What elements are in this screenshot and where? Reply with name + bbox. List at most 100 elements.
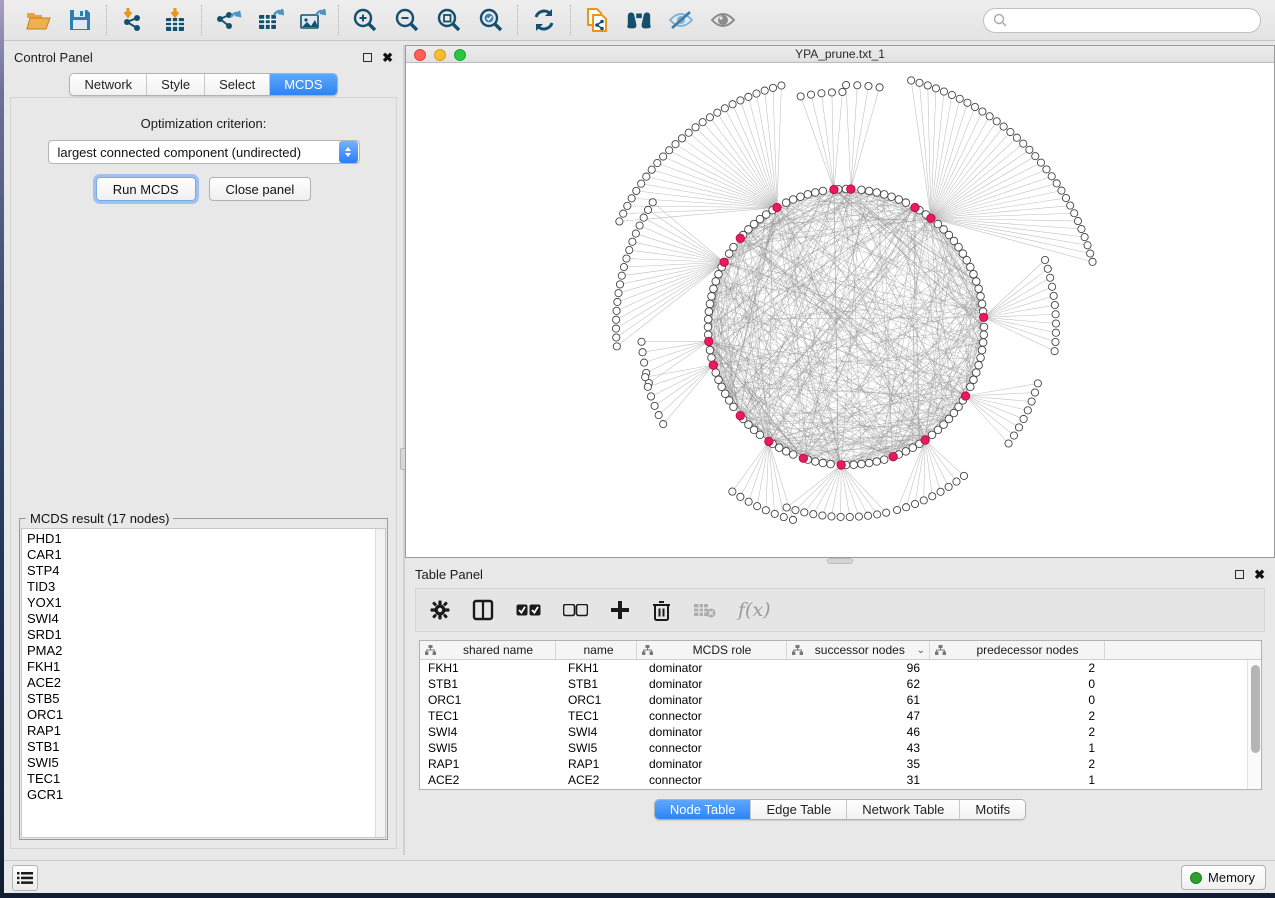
- table-row[interactable]: FKH1FKH1dominator962: [420, 660, 1261, 676]
- import-table-icon[interactable]: [161, 6, 189, 34]
- result-node-item[interactable]: TID3: [22, 579, 375, 595]
- tab-select[interactable]: Select: [205, 74, 270, 95]
- delete-column-icon[interactable]: [652, 600, 671, 621]
- result-node-item[interactable]: PMA2: [22, 643, 375, 659]
- network-view-window: YPA_prune.txt_1: [405, 45, 1275, 558]
- zoom-fit-icon[interactable]: [435, 6, 463, 34]
- tab-edge-table[interactable]: Edge Table: [751, 800, 847, 819]
- run-mcds-button[interactable]: Run MCDS: [96, 177, 196, 201]
- result-node-item[interactable]: STB5: [22, 691, 375, 707]
- table-row[interactable]: YOX1YOX1connector291: [420, 788, 1261, 790]
- open-file-icon[interactable]: [24, 6, 52, 34]
- window-close-icon[interactable]: [414, 49, 426, 61]
- table-cell: 35: [787, 756, 930, 772]
- search-input[interactable]: [1007, 13, 1260, 28]
- search-field[interactable]: [983, 8, 1261, 33]
- task-list-icon: [17, 871, 33, 885]
- table-panel-drag-handle[interactable]: [827, 558, 853, 564]
- table-row[interactable]: SWI5SWI5connector431: [420, 740, 1261, 756]
- table-cell: 2: [930, 756, 1105, 772]
- result-node-item[interactable]: ACE2: [22, 675, 375, 691]
- result-list-scrollbar[interactable]: [375, 529, 385, 837]
- result-node-item[interactable]: GCR1: [22, 787, 375, 803]
- network-graph[interactable]: [406, 63, 1274, 557]
- table-row[interactable]: TEC1TEC1connector472: [420, 708, 1261, 724]
- zoom-out-icon[interactable]: [393, 6, 421, 34]
- column-header-MCDS-role[interactable]: MCDS role: [637, 641, 787, 659]
- sort-chevron-icon[interactable]: ⌄: [917, 645, 925, 656]
- tab-mcds[interactable]: MCDS: [270, 74, 336, 95]
- import-network-icon[interactable]: [119, 6, 147, 34]
- tab-network-table[interactable]: Network Table: [847, 800, 960, 819]
- result-node-item[interactable]: FKH1: [22, 659, 375, 675]
- hide-selected-icon[interactable]: [667, 6, 695, 34]
- network-window-titlebar[interactable]: YPA_prune.txt_1: [406, 46, 1274, 63]
- select-all-checkboxes-icon[interactable]: [516, 604, 541, 617]
- table-row[interactable]: ORC1ORC1dominator610: [420, 692, 1261, 708]
- mcds-result-list[interactable]: PHD1CAR1STP4TID3YOX1SWI4SRD1PMA2FKH1ACE2…: [21, 528, 386, 838]
- float-table-panel-icon[interactable]: [1235, 570, 1244, 579]
- table-row[interactable]: STB1STB1dominator620: [420, 676, 1261, 692]
- close-panel-icon[interactable]: ✖: [382, 51, 393, 64]
- export-table-icon[interactable]: [256, 6, 284, 34]
- result-node-item[interactable]: STP4: [22, 563, 375, 579]
- result-node-item[interactable]: SWI5: [22, 755, 375, 771]
- column-header-name[interactable]: name: [556, 641, 637, 659]
- export-image-icon[interactable]: [298, 6, 326, 34]
- tab-style[interactable]: Style: [147, 74, 205, 95]
- first-neighbors-icon[interactable]: [625, 6, 653, 34]
- table-scrollbar-thumb[interactable]: [1251, 665, 1260, 753]
- close-table-panel-icon[interactable]: ✖: [1254, 568, 1265, 581]
- export-network-icon[interactable]: [214, 6, 242, 34]
- zoom-in-icon[interactable]: [351, 6, 379, 34]
- table-cell: connector: [637, 740, 787, 756]
- result-node-item[interactable]: STB1: [22, 739, 375, 755]
- column-header-predecessor-nodes[interactable]: predecessor nodes: [930, 641, 1105, 659]
- refresh-icon[interactable]: [530, 6, 558, 34]
- network-canvas[interactable]: [406, 63, 1274, 557]
- table-scrollbar[interactable]: [1247, 660, 1261, 789]
- table-panel-header: Table Panel ✖: [405, 562, 1275, 586]
- save-session-icon[interactable]: [66, 6, 94, 34]
- show-task-history-button[interactable]: [12, 865, 38, 891]
- zoom-selected-icon[interactable]: [477, 6, 505, 34]
- close-panel-button[interactable]: Close panel: [209, 177, 312, 201]
- table-settings-icon[interactable]: [430, 600, 450, 620]
- node-table[interactable]: shared namenameMCDS rolesuccessor nodes⌄…: [419, 640, 1262, 790]
- table-cell: connector: [637, 708, 787, 724]
- table-cell: 43: [787, 740, 930, 756]
- table-cell: FKH1: [420, 660, 556, 676]
- show-all-icon[interactable]: [709, 6, 737, 34]
- table-row[interactable]: ACE2ACE2connector311: [420, 772, 1261, 788]
- memory-label: Memory: [1208, 870, 1255, 885]
- result-node-item[interactable]: CAR1: [22, 547, 375, 563]
- tab-node-table[interactable]: Node Table: [655, 800, 752, 819]
- column-browser-icon[interactable]: [472, 599, 494, 621]
- tab-network[interactable]: Network: [70, 74, 147, 95]
- window-minimize-icon[interactable]: [434, 49, 446, 61]
- result-node-item[interactable]: SWI4: [22, 611, 375, 627]
- float-panel-icon[interactable]: [363, 53, 372, 62]
- table-row[interactable]: RAP1RAP1dominator352: [420, 756, 1261, 772]
- column-header-shared-name[interactable]: shared name: [420, 641, 556, 659]
- result-node-item[interactable]: ORC1: [22, 707, 375, 723]
- result-node-item[interactable]: YOX1: [22, 595, 375, 611]
- result-node-item[interactable]: RAP1: [22, 723, 375, 739]
- window-zoom-icon[interactable]: [454, 49, 466, 61]
- memory-status-icon: [1190, 872, 1202, 884]
- table-row[interactable]: SWI4SWI4dominator462: [420, 724, 1261, 740]
- result-node-item[interactable]: SRD1: [22, 627, 375, 643]
- clone-network-icon[interactable]: [583, 6, 611, 34]
- result-node-item[interactable]: TEC1: [22, 771, 375, 787]
- function-builder-icon: f(x): [738, 599, 771, 621]
- criterion-select[interactable]: largest connected component (undirected): [48, 140, 360, 164]
- column-header-successor-nodes[interactable]: successor nodes⌄: [787, 641, 930, 659]
- deselect-all-checkboxes-icon[interactable]: [563, 604, 588, 617]
- node-table-header: shared namenameMCDS rolesuccessor nodes⌄…: [420, 641, 1261, 660]
- network-view-title: YPA_prune.txt_1: [795, 47, 885, 61]
- table-cell: dominator: [637, 676, 787, 692]
- add-column-icon[interactable]: [610, 600, 630, 620]
- result-node-item[interactable]: PHD1: [22, 531, 375, 547]
- tab-motifs[interactable]: Motifs: [960, 800, 1025, 819]
- memory-button[interactable]: Memory: [1181, 865, 1266, 890]
